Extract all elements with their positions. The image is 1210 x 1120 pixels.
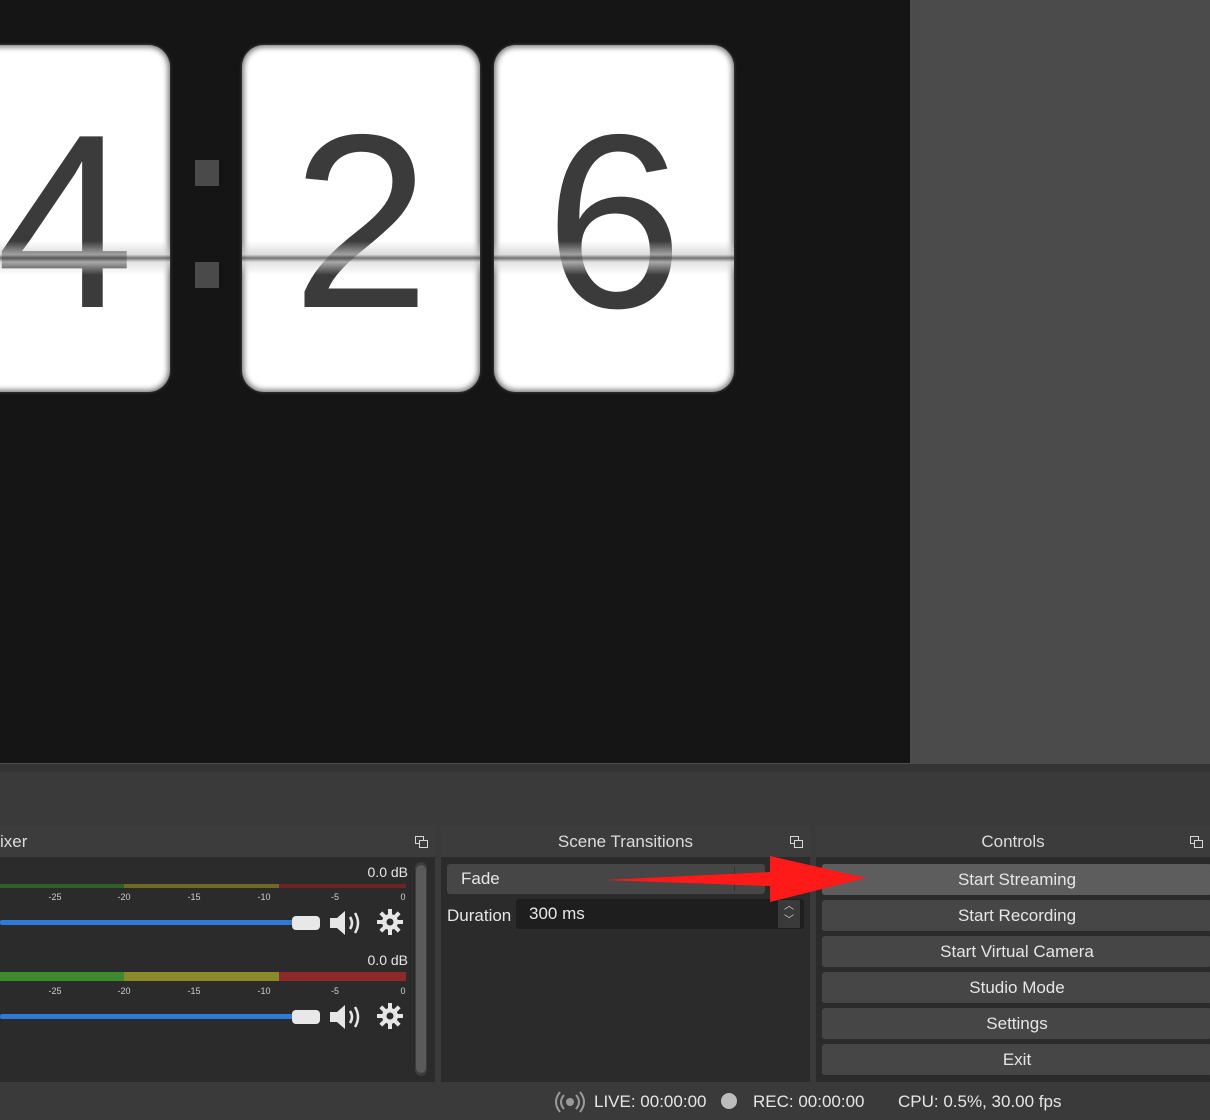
exit-button[interactable]: Exit [822,1044,1210,1075]
undock-icon[interactable] [415,836,428,848]
meter-ticks: -25 -20 -15 -10 -5 0 [0,982,406,996]
clock-colon-dot [195,160,219,186]
clock-digit: 2 [292,82,430,360]
start-streaming-button[interactable]: Start Streaming [822,864,1210,895]
tick-label: -20 [117,892,131,902]
gear-icon[interactable] [376,908,404,936]
volume-slider[interactable] [0,1014,300,1019]
mixer-channel: 0.0 dB -25 -20 -15 -10 -5 0 [0,950,410,1050]
card-hinge [494,241,734,275]
volume-meter [0,972,406,981]
dock-title: Controls [816,826,1210,857]
start-recording-button[interactable]: Start Recording [822,900,1210,931]
dock-title: ixer [0,826,435,857]
arrow-annotation [604,856,866,902]
mixer-title: ixer [0,832,28,851]
tick-label: -15 [187,892,201,902]
clock-colon-dot [195,262,219,288]
transition-select-value: Fade [461,869,500,888]
controls-dock: Controls Start Streaming Start Recording… [816,826,1210,1082]
studio-mode-button[interactable]: Studio Mode [822,972,1210,1003]
gear-icon[interactable] [376,1002,404,1030]
preview-canvas[interactable]: 4 2 6 [0,0,910,763]
tick-label: -10 [257,892,271,902]
clock-digit: 4 [0,82,134,360]
volume-slider[interactable] [0,920,300,925]
tick-label: -5 [330,986,340,996]
speaker-icon[interactable] [328,1002,364,1032]
volume-slider-handle[interactable] [292,1010,320,1024]
mixer-scrollbar[interactable] [415,862,427,1076]
tick-label: -25 [48,892,62,902]
start-virtual-camera-button[interactable]: Start Virtual Camera [822,936,1210,967]
rec-timer: REC: 00:00:00 [753,1092,865,1111]
clock-digit-card: 6 [494,45,734,392]
clock-digit-card: 2 [242,45,480,392]
undock-icon[interactable] [790,836,803,848]
controls-title: Controls [981,832,1045,851]
tick-label: -10 [257,986,271,996]
audio-mixer-dock: ixer 0.0 dB -25 -20 -15 -10 -5 0 0.0 dB … [0,826,435,1082]
volume-slider-handle[interactable] [292,916,320,930]
mixer-channel: 0.0 dB -25 -20 -15 -10 -5 0 [0,862,410,962]
record-dot-icon [721,1093,737,1109]
status-bar: LIVE: 00:00:00 REC: 00:00:00 CPU: 0.5%, … [0,1082,1210,1120]
speaker-icon[interactable] [328,908,364,938]
clock-digit-card: 4 [0,45,170,392]
clock-digit: 6 [545,82,683,360]
card-hinge [0,241,170,275]
cpu-fps-readout: CPU: 0.5%, 30.00 fps [898,1092,1062,1111]
live-timer: LIVE: 00:00:00 [594,1092,707,1111]
volume-db-label: 0.0 dB [367,864,408,880]
meter-ticks: -25 -20 -15 -10 -5 0 [0,888,406,902]
tick-label: -15 [187,986,201,996]
tick-label: -5 [330,892,340,902]
tick-label: 0 [400,892,406,902]
preview-area: 4 2 6 [0,0,1210,772]
tick-label: -25 [48,986,62,996]
card-hinge [242,241,480,275]
duration-label: Duration [447,906,512,925]
settings-button[interactable]: Settings [822,1008,1210,1039]
preview-divider [0,764,1210,772]
scrollbar-thumb[interactable] [416,865,426,1073]
dock-spacer [0,772,1210,826]
live-broadcast-icon [555,1091,585,1113]
spin-down-icon[interactable]: ﹀ [778,914,800,928]
undock-icon[interactable] [1190,836,1203,848]
duration-value: 300 ms [529,904,585,923]
tick-label: -20 [117,986,131,996]
volume-db-label: 0.0 dB [367,952,408,968]
tick-label: 0 [400,986,406,996]
